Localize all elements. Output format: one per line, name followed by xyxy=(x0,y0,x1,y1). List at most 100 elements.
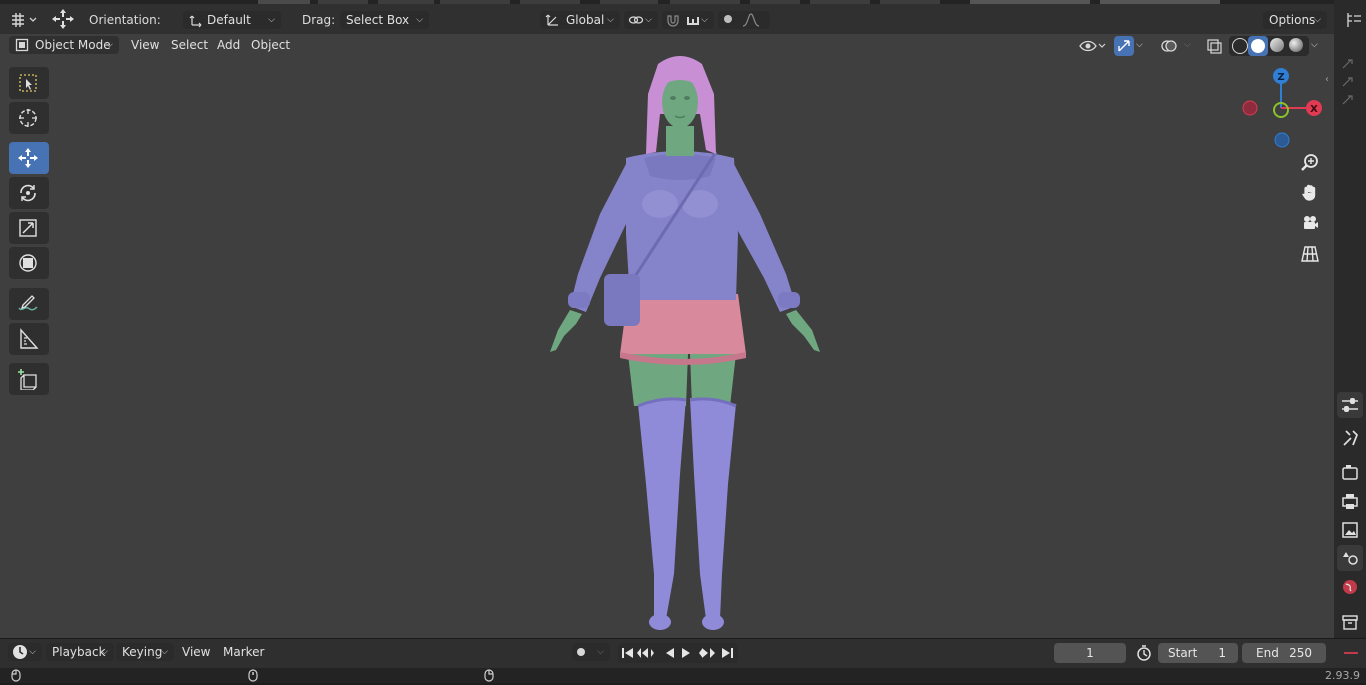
tool-annotate[interactable] xyxy=(9,288,49,320)
gizmo-neg-x[interactable] xyxy=(1242,100,1258,116)
xray-icon[interactable] xyxy=(1205,37,1223,55)
view-layer-selector[interactable] xyxy=(1100,0,1220,4)
orientation-value: Default xyxy=(207,13,251,27)
pivot-point-dropdown[interactable]: ⌵ xyxy=(624,11,658,29)
tool-measure[interactable] xyxy=(9,323,49,355)
left-stocking xyxy=(638,398,686,619)
tool-cursor[interactable] xyxy=(9,102,49,134)
workspace-tab-active[interactable] xyxy=(258,0,310,4)
workspace-tab[interactable] xyxy=(520,0,580,4)
jump-keyframe-forward-icon[interactable] xyxy=(699,648,715,658)
start-frame-field[interactable]: Start 1 xyxy=(1158,643,1238,663)
active-tool-tab[interactable] xyxy=(1337,425,1363,451)
chevron-down-icon: ⌵ xyxy=(101,647,108,657)
workspace-tab[interactable] xyxy=(670,0,740,4)
chevron-down-icon: ⌵ xyxy=(268,15,275,25)
tool-move[interactable] xyxy=(9,142,49,174)
auto-keying-group[interactable]: ⌵ xyxy=(572,643,610,661)
mode-dropdown[interactable]: Object Mode ⌵ xyxy=(9,36,119,54)
right-stocking xyxy=(690,398,736,619)
output-properties-tab[interactable] xyxy=(1337,489,1363,515)
world-properties-tab[interactable] xyxy=(1337,574,1363,600)
record-icon[interactable] xyxy=(577,648,585,656)
transform-orientation-dropdown[interactable]: Global ⌵ xyxy=(540,11,620,29)
right-foot xyxy=(702,614,724,630)
outliner-icon[interactable] xyxy=(1344,10,1364,30)
gizmo-neg-z[interactable] xyxy=(1274,132,1290,148)
proportional-editing-icon[interactable] xyxy=(724,15,732,23)
workspace-tab[interactable] xyxy=(378,0,434,4)
jump-keyframe-back-icon[interactable] xyxy=(637,648,654,658)
jump-end-icon[interactable] xyxy=(722,648,733,658)
pan-view-button[interactable] xyxy=(1296,179,1324,207)
chevron-down-icon: ⌵ xyxy=(106,40,113,50)
view-menu[interactable]: View xyxy=(126,36,164,54)
overlays-icon[interactable] xyxy=(1160,37,1178,55)
chevron-down-icon[interactable]: ⌵ xyxy=(1184,40,1191,50)
play-icon[interactable] xyxy=(682,648,690,658)
chevron-down-icon[interactable]: ⌵ xyxy=(1311,40,1318,50)
solid-shading-button[interactable] xyxy=(1248,36,1268,56)
rendered-shading-icon[interactable] xyxy=(1289,38,1303,52)
magnet-icon[interactable] xyxy=(665,12,681,33)
scene-selector[interactable] xyxy=(970,0,1090,4)
chevron-down-icon: ⌵ xyxy=(701,15,708,25)
options-dropdown[interactable]: Options ⌵ xyxy=(1263,11,1327,29)
zoom-view-button[interactable] xyxy=(1296,149,1324,177)
timeline-view-menu[interactable]: View xyxy=(177,643,215,661)
end-frame-field[interactable]: End 250 xyxy=(1242,643,1326,663)
end-label: End xyxy=(1256,646,1279,660)
wireframe-shading-icon[interactable] xyxy=(1232,38,1248,54)
printer-icon xyxy=(1342,494,1358,509)
version-label: 2.93.9 xyxy=(1325,669,1360,682)
workspace-tab[interactable] xyxy=(810,0,870,4)
workspace-tab[interactable] xyxy=(440,0,510,4)
proportional-editing-group[interactable] xyxy=(718,11,770,29)
playback-menu[interactable]: Playback ⌵ xyxy=(46,643,114,661)
snap-group[interactable]: ⌵ xyxy=(662,11,714,29)
workspace-tab[interactable] xyxy=(880,0,940,4)
gizmo-toggle[interactable] xyxy=(1114,36,1134,56)
playback-label: Playback xyxy=(52,645,106,659)
navigation-gizmo[interactable]: Z X xyxy=(1236,62,1328,154)
gizmo-x-label: X xyxy=(1310,104,1318,115)
tool-transform[interactable] xyxy=(9,247,49,279)
stopwatch-icon[interactable] xyxy=(1134,644,1154,662)
object-menu[interactable]: Object xyxy=(246,36,295,54)
view-layer-properties-tab[interactable] xyxy=(1337,517,1363,543)
perspective-toggle-button[interactable] xyxy=(1296,240,1324,268)
add-menu[interactable]: Add xyxy=(212,36,245,54)
solid-shading-icon xyxy=(1251,39,1265,53)
select-menu[interactable]: Select xyxy=(166,36,213,54)
tool-rotate[interactable] xyxy=(9,177,49,209)
collection-properties-tab[interactable] xyxy=(1337,609,1363,635)
keying-menu[interactable]: Keying ⌵ xyxy=(116,643,174,661)
chevron-down-icon[interactable]: ⌵ xyxy=(1136,40,1143,50)
material-shading-icon[interactable] xyxy=(1270,38,1284,52)
workspace-tab[interactable] xyxy=(600,0,658,4)
current-frame-field[interactable]: 1 xyxy=(1054,643,1126,663)
camera-view-button[interactable] xyxy=(1296,209,1324,237)
timeline-editor-type[interactable]: ⌵ xyxy=(8,643,42,661)
scene-properties-tab[interactable] xyxy=(1337,545,1363,571)
marker-menu[interactable]: Marker xyxy=(218,643,269,661)
workspace-tab[interactable] xyxy=(318,0,368,4)
visibility-dropdown[interactable] xyxy=(1078,37,1108,55)
chevron-down-icon: ⌵ xyxy=(607,15,614,25)
jump-start-icon[interactable] xyxy=(622,648,633,658)
sidebar-toggle-icon[interactable]: ‹ xyxy=(1325,74,1329,85)
character-model[interactable] xyxy=(520,54,850,634)
camera-back-icon xyxy=(1342,465,1358,480)
tool-properties-tab[interactable] xyxy=(1337,392,1363,418)
tool-scale[interactable] xyxy=(9,212,49,244)
tool-add-cube[interactable] xyxy=(9,363,49,395)
render-properties-tab[interactable] xyxy=(1337,460,1363,486)
snap-increment-icon[interactable] xyxy=(685,12,701,33)
falloff-curve-icon[interactable] xyxy=(742,12,760,33)
workspace-tab[interactable] xyxy=(750,0,800,4)
tool-select-box[interactable] xyxy=(9,67,49,99)
editor-type-icon[interactable] xyxy=(8,10,40,30)
orientation-dropdown[interactable]: Default ⌵ xyxy=(183,11,281,29)
drag-dropdown[interactable]: Select Box ⌵ xyxy=(340,11,429,29)
play-reverse-icon[interactable] xyxy=(666,648,674,658)
